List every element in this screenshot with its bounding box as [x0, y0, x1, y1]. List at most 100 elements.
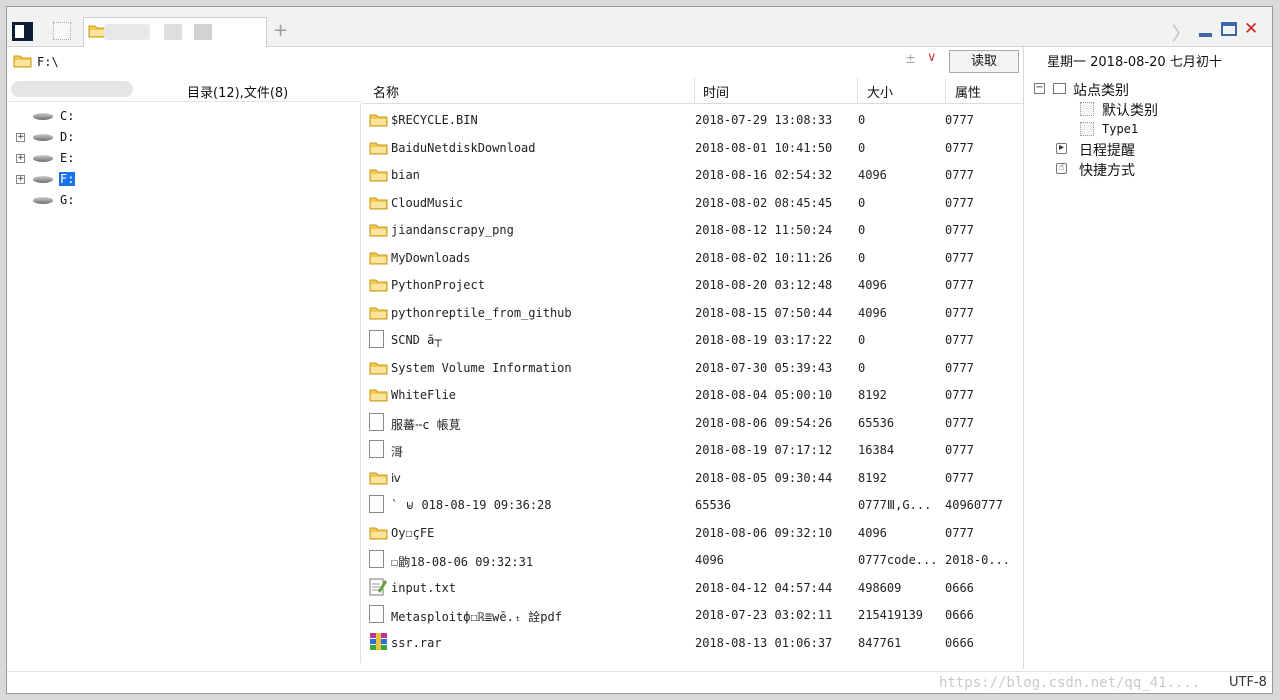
- file-size: 0: [858, 223, 866, 237]
- column-size[interactable]: 大小: [867, 82, 893, 101]
- chevron-down-icon[interactable]: ∨: [927, 50, 937, 65]
- folder-icon: [369, 167, 388, 182]
- file-row[interactable]: 滒 2018-08-19 07:17:12 16384 0777: [363, 437, 1023, 465]
- path-input[interactable]: [37, 53, 837, 71]
- file-row[interactable]: Metasploitф☐ℝ≣wē.ₜ 詮pdf 2018-07-23 03:02:…: [363, 602, 1023, 630]
- file-time: 2018-08-13 01:06:37: [695, 635, 833, 650]
- dir-file-count: 目录(12),文件(8): [187, 86, 289, 101]
- divider: [1023, 47, 1024, 669]
- site-tree: − 站点类别 默认类别 Type1 ▸ 日程提醒 ☝ 快捷方式: [1027, 79, 1267, 179]
- tree-label: 快捷方式: [1079, 163, 1135, 179]
- file-row[interactable]: $RECYCLE.BIN 2018-07-29 13:08:33 0 0777: [363, 107, 1023, 135]
- file-attr: 0777: [945, 140, 974, 155]
- file-time: 2018-08-05 09:30:44: [695, 470, 833, 485]
- file-row[interactable]: input.txt 2018-04-12 04:57:44 498609 0666: [363, 575, 1023, 603]
- minimize-button[interactable]: [1199, 33, 1212, 37]
- drive-item[interactable]: + E:: [7, 149, 363, 170]
- file-size: 4096: [858, 305, 887, 320]
- date-label: 星期一 2018-08-20 七月初十: [1047, 55, 1222, 70]
- blank-tab-icon[interactable]: [53, 22, 71, 40]
- column-attr[interactable]: 属性: [955, 82, 981, 101]
- tree-node-default-category[interactable]: 默认类别: [1027, 99, 1267, 119]
- file-attr: 0777: [945, 388, 974, 402]
- watermark: https://blog.csdn.net/qq_41....: [939, 675, 1201, 691]
- expand-icon[interactable]: +: [16, 133, 25, 142]
- txt-file-icon: [369, 578, 387, 596]
- file-time: 2018-08-16 02:54:32: [695, 168, 833, 182]
- file-row[interactable]: ssr.rar 2018-08-13 01:06:37 847761 0666: [363, 630, 1023, 658]
- divider: [360, 103, 361, 663]
- file-time: 2018-07-30 05:39:43: [695, 360, 833, 375]
- column-divider[interactable]: [694, 78, 695, 104]
- file-attr: 0666: [945, 580, 974, 595]
- close-button[interactable]: ✕: [1244, 19, 1258, 39]
- expand-icon[interactable]: +: [16, 154, 25, 163]
- file-row[interactable]: Oy☐çFE 2018-08-06 09:32:10 4096 0777: [363, 520, 1023, 548]
- file-row[interactable]: ☐鼩18-08-06 09:32:31 4096 0777code... 2018-0…: [363, 547, 1023, 575]
- file-name: WhiteFlie: [391, 388, 457, 402]
- file-row[interactable]: MyDownloads 2018-08-02 10:11:26 0 0777: [363, 245, 1023, 273]
- column-time[interactable]: 时间: [703, 82, 729, 101]
- drive-item[interactable]: G:: [7, 191, 363, 212]
- column-divider[interactable]: [945, 78, 946, 104]
- file-row[interactable]: pythonreptile_from_github 2018-08-15 07:5…: [363, 300, 1023, 328]
- tree-node-site-category[interactable]: − 站点类别: [1027, 79, 1267, 99]
- blank-page-icon: [1080, 122, 1094, 136]
- file-name: input.txt: [391, 580, 457, 595]
- folder-icon: [369, 195, 388, 210]
- file-icon: [369, 605, 384, 623]
- tab-title-redacted: [104, 24, 150, 40]
- file-row[interactable]: 服蕃╌c 帳莧 2018-08-06 09:54:26 65536 0777: [363, 410, 1023, 438]
- file-row[interactable]: PythonProject 2018-08-20 03:12:48 4096 0777: [363, 272, 1023, 300]
- collapse-icon[interactable]: −: [1034, 83, 1045, 94]
- folder-icon: [369, 525, 388, 540]
- folder-icon: [369, 387, 388, 402]
- file-row[interactable]: BaiduNetdiskDownload 2018-08-01 10:41:50 0…: [363, 135, 1023, 163]
- drive-item[interactable]: C:: [7, 107, 363, 128]
- folder-icon: [369, 305, 388, 320]
- folder-icon: [369, 250, 388, 265]
- file-row[interactable]: bian 2018-08-16 02:54:32 4096 0777: [363, 162, 1023, 190]
- chevron-right-icon[interactable]: 〉: [1172, 20, 1190, 46]
- file-row[interactable]: SCND ã┬ 2018-08-19 03:17:22 0 0777: [363, 327, 1023, 355]
- folder-icon: [369, 470, 388, 485]
- add-tab-button[interactable]: +: [273, 22, 288, 40]
- rar-file-icon: [369, 632, 388, 651]
- column-divider[interactable]: [857, 78, 858, 104]
- encoding-label[interactable]: UTF-8: [1229, 675, 1267, 690]
- drive-item[interactable]: + D:: [7, 128, 363, 149]
- drive-item[interactable]: + F:: [7, 170, 363, 191]
- drive-label: F:: [59, 172, 76, 186]
- tab-current[interactable]: [83, 17, 267, 47]
- file-name: 滒: [391, 445, 404, 459]
- plus-minus-icon[interactable]: ±: [905, 52, 916, 67]
- file-row[interactable]: jiandanscrapy_png 2018-08-12 11:50:24 0 077…: [363, 217, 1023, 245]
- drive-label: E:: [60, 151, 75, 165]
- file-name: $RECYCLE.BIN: [391, 113, 478, 127]
- read-button[interactable]: 读取: [949, 50, 1019, 73]
- maximize-button[interactable]: [1221, 22, 1237, 36]
- file-attr: 40960777: [945, 498, 1003, 512]
- drive-label: D:: [60, 130, 75, 144]
- tree-node-shortcuts[interactable]: ☝ 快捷方式: [1027, 159, 1267, 179]
- file-name: 服蕃╌c 帳莧: [391, 417, 461, 432]
- file-time: 2018-07-29 13:08:33: [695, 113, 833, 127]
- file-row[interactable]: CloudMusic 2018-08-02 08:45:45 0 0777: [363, 190, 1023, 218]
- file-attr: 0777: [945, 333, 974, 347]
- file-size: 847761: [858, 635, 902, 650]
- file-row[interactable]: System Volume Information 2018-07-30 05:3…: [363, 355, 1023, 383]
- file-row[interactable]: ` ⊌ 018-08-19 09:36:28 65536 0777Ⅲ,G... 409…: [363, 492, 1023, 520]
- file-row[interactable]: WhiteFlie 2018-08-04 05:00:10 8192 0777: [363, 382, 1023, 410]
- tree-label: 日程提醒: [1079, 143, 1135, 159]
- schedule-icon: ▸: [1056, 143, 1067, 154]
- expand-icon[interactable]: +: [16, 175, 25, 184]
- file-row[interactable]: ⅳ 2018-08-05 09:30:44 8192 0777: [363, 465, 1023, 493]
- file-name: BaiduNetdiskDownload: [391, 140, 536, 155]
- file-time: 2018-08-04 05:00:10: [695, 388, 833, 402]
- column-name[interactable]: 名称: [373, 82, 399, 101]
- tree-node-schedule[interactable]: ▸ 日程提醒: [1027, 139, 1267, 159]
- hand-icon: ☝: [1056, 163, 1067, 174]
- file-attr: 0777: [945, 168, 974, 182]
- tree-node-type1[interactable]: Type1: [1027, 119, 1267, 139]
- folder-icon: [369, 277, 388, 292]
